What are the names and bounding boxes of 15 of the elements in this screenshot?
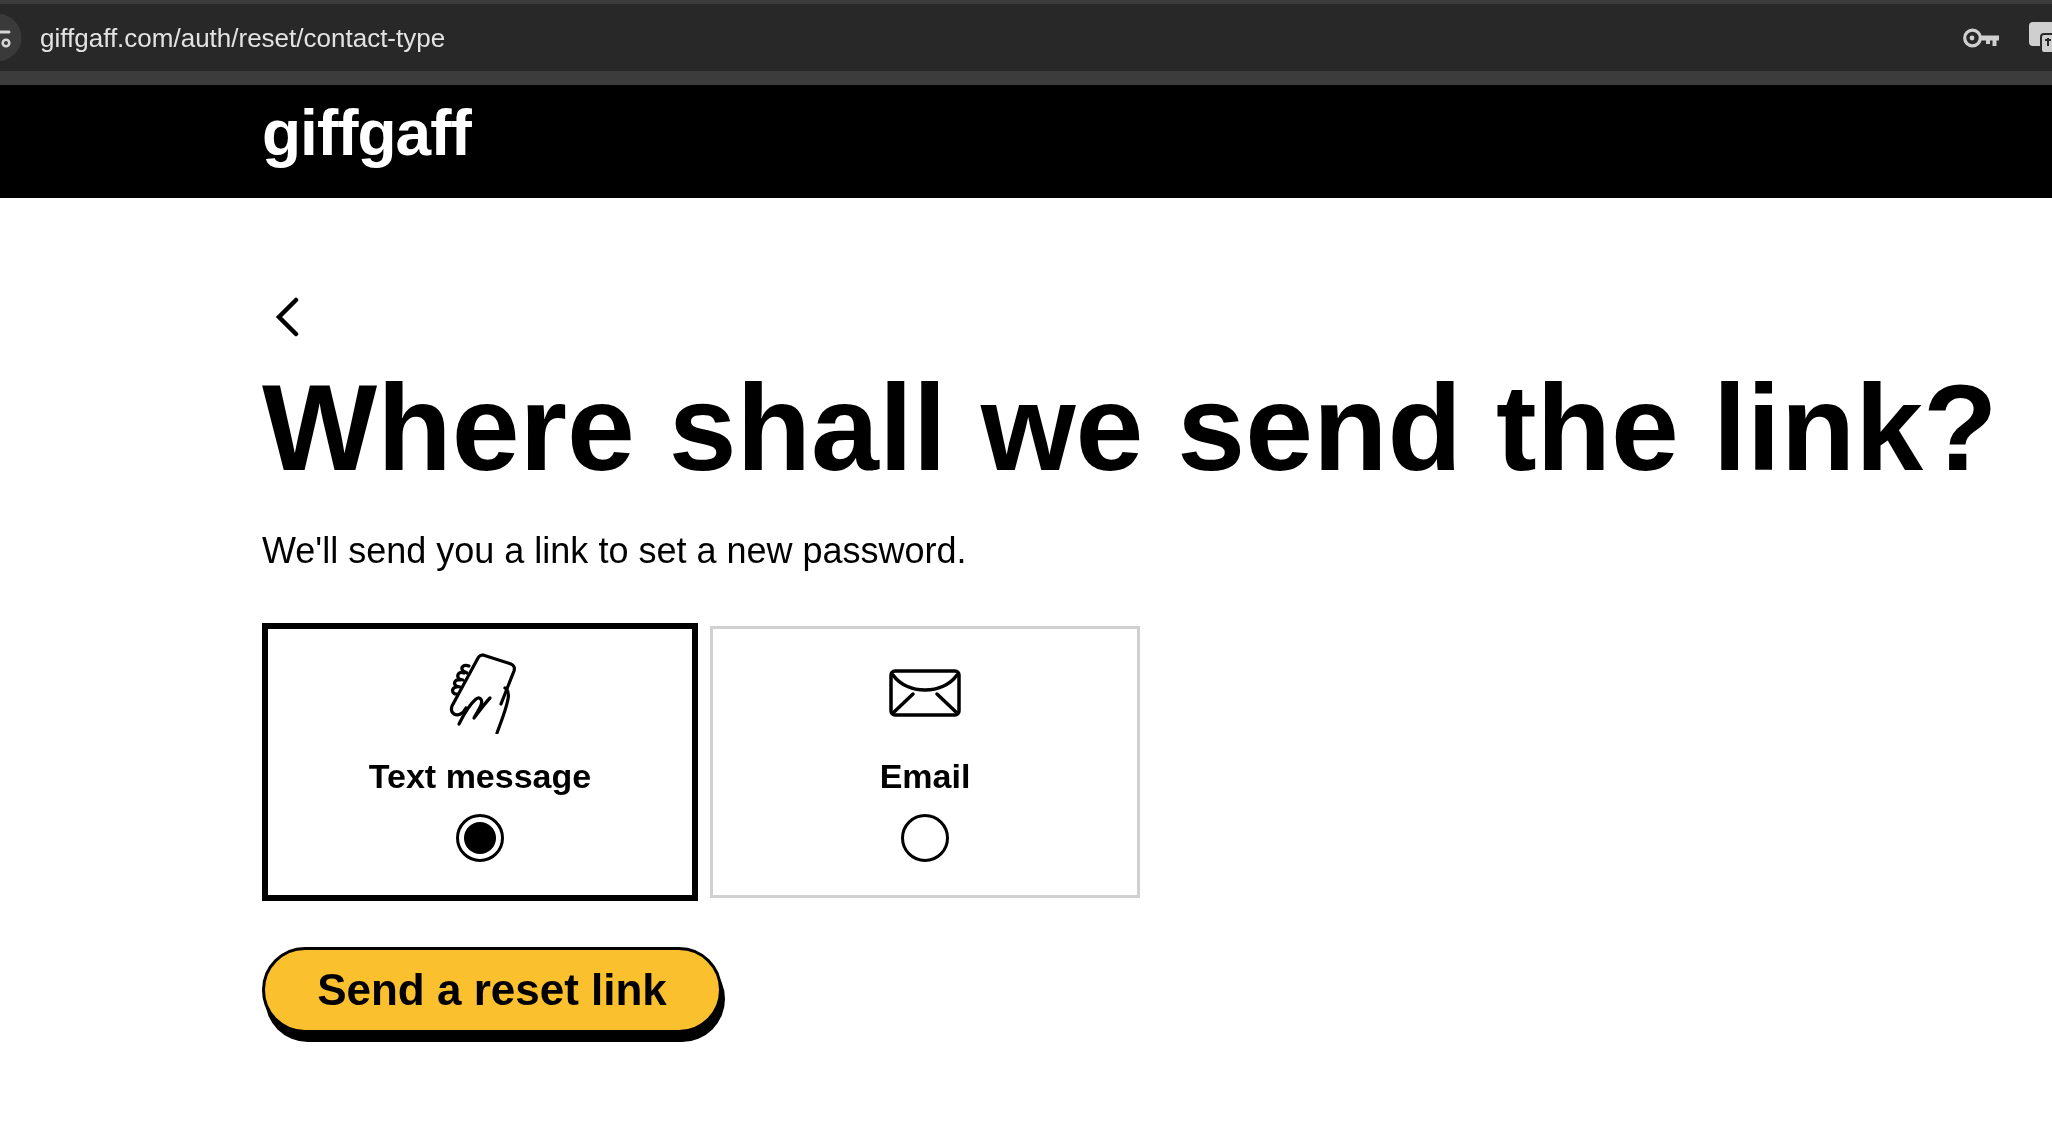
radio-button[interactable] <box>456 814 504 862</box>
option-card[interactable]: Email <box>710 626 1140 898</box>
key-icon[interactable] <box>1963 27 2000 48</box>
page-heading: Where shall we send the link? <box>262 367 1998 489</box>
back-icon[interactable] <box>274 297 300 337</box>
radio-button[interactable] <box>901 814 949 862</box>
option-label: Text message <box>368 759 592 793</box>
translate-icon[interactable] <box>2029 22 2052 53</box>
logo[interactable]: giffgaff <box>262 97 471 169</box>
site-settings-icon[interactable] <box>0 14 22 61</box>
envelope-icon <box>889 669 961 717</box>
option-card[interactable]: Text message <box>262 623 698 901</box>
option-label: Email <box>879 759 971 793</box>
address-field[interactable]: giffgaff.com/auth/reset/contact-type <box>40 24 446 51</box>
subtitle-text: We'll send you a link to set a new password. <box>262 533 967 569</box>
